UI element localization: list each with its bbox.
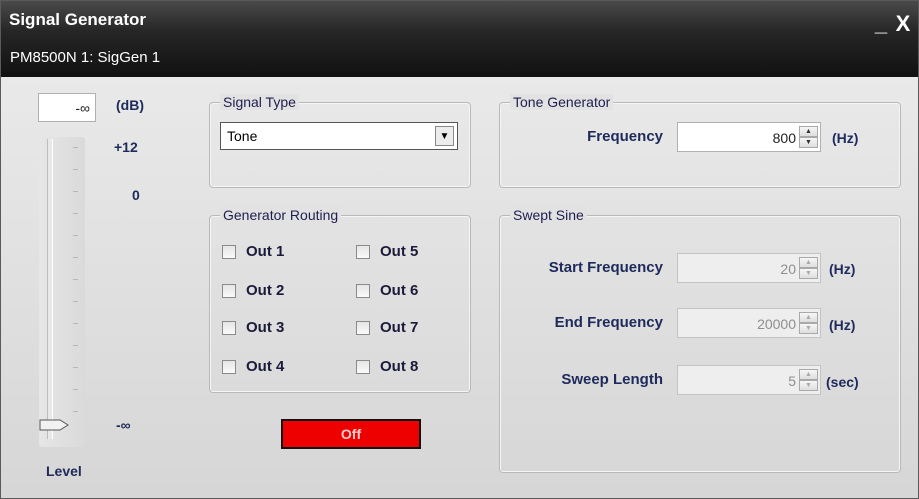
level-value-field[interactable]: -∞	[38, 93, 96, 122]
frequency-value[interactable]: 800	[773, 130, 796, 146]
window-title: Signal Generator	[9, 10, 146, 29]
scale-tick	[73, 191, 78, 192]
scale-tick	[73, 301, 78, 302]
level-unit: (dB)	[116, 97, 144, 113]
checkbox-box[interactable]	[356, 283, 370, 298]
out-2-label: Out 2	[246, 282, 285, 299]
level-fader-thumb[interactable]	[39, 419, 69, 431]
out-3-label: Out 3	[246, 319, 285, 336]
out-6-label: Out 6	[380, 282, 419, 299]
out-1-checkbox[interactable]: Out 1	[222, 243, 284, 260]
sweep-length-value[interactable]: 5	[788, 373, 796, 389]
scale-tick	[73, 345, 78, 346]
scale-label-zero: 0	[132, 187, 140, 203]
spin-up-icon[interactable]: ▲	[799, 312, 818, 323]
generator-routing-title: Generator Routing	[220, 207, 342, 223]
out-1-label: Out 1	[246, 243, 285, 260]
spin-down-icon[interactable]: ▼	[799, 137, 818, 148]
scale-tick	[73, 147, 78, 148]
frequency-spinbox[interactable]: 800 ▲ ▼	[677, 122, 821, 152]
scale-tick	[73, 323, 78, 324]
start-frequency-spinbox[interactable]: 20 ▲ ▼	[677, 253, 821, 283]
checkbox-box[interactable]	[356, 320, 370, 335]
scale-tick	[73, 169, 78, 170]
level-fader-slot	[47, 139, 53, 439]
start-frequency-value[interactable]: 20	[780, 261, 796, 277]
out-4-label: Out 4	[246, 358, 285, 375]
out-8-checkbox[interactable]: Out 8	[356, 358, 418, 375]
out-7-label: Out 7	[380, 319, 419, 336]
spin-down-icon[interactable]: ▼	[799, 323, 818, 334]
signal-type-title: Signal Type	[220, 94, 299, 110]
out-3-checkbox[interactable]: Out 3	[222, 319, 284, 336]
spin-up-icon[interactable]: ▲	[799, 369, 818, 380]
scale-tick	[73, 279, 78, 280]
scale-tick	[73, 213, 78, 214]
spin-up-icon[interactable]: ▲	[799, 257, 818, 268]
content-panel: -∞ (dB) +12 0 -∞ Level Signal Type Tone …	[1, 77, 918, 498]
scale-tick	[73, 389, 78, 390]
out-6-checkbox[interactable]: Out 6	[356, 282, 418, 299]
checkbox-box[interactable]	[356, 244, 370, 259]
scale-tick	[73, 367, 78, 368]
start-frequency-label: Start Frequency	[548, 259, 663, 276]
sweep-length-unit: (sec)	[826, 374, 859, 390]
scale-label-top: +12	[114, 139, 138, 155]
checkbox-box[interactable]	[222, 320, 236, 335]
scale-tick	[73, 411, 78, 412]
level-fader-track[interactable]	[39, 137, 85, 447]
start-frequency-unit: (Hz)	[829, 261, 856, 277]
checkbox-box[interactable]	[222, 359, 236, 374]
sweep-length-spinbox[interactable]: 5 ▲ ▼	[677, 365, 821, 395]
spin-down-icon[interactable]: ▼	[799, 268, 818, 279]
end-frequency-value[interactable]: 20000	[757, 316, 796, 332]
dropdown-arrow-icon[interactable]: ▼	[435, 126, 454, 146]
sweep-length-label: Sweep Length	[561, 371, 663, 388]
signal-type-selected: Tone	[227, 128, 258, 144]
close-button[interactable]: X	[891, 9, 915, 39]
minimize-button[interactable]: _	[869, 9, 893, 39]
checkbox-box[interactable]	[356, 359, 370, 374]
signal-generator-window: Signal Generator PM8500N 1: SigGen 1 _ X…	[0, 0, 919, 499]
out-7-checkbox[interactable]: Out 7	[356, 319, 418, 336]
out-4-checkbox[interactable]: Out 4	[222, 358, 284, 375]
title-bar[interactable]: Signal Generator PM8500N 1: SigGen 1 _ X	[1, 1, 918, 77]
out-8-label: Out 8	[380, 358, 419, 375]
end-frequency-unit: (Hz)	[829, 317, 856, 333]
frequency-unit: (Hz)	[832, 130, 859, 146]
tone-generator-title: Tone Generator	[510, 94, 614, 110]
frequency-label: Frequency	[587, 128, 663, 145]
out-5-label: Out 5	[380, 243, 419, 260]
level-label: Level	[46, 463, 82, 479]
end-frequency-spinbox[interactable]: 20000 ▲ ▼	[677, 308, 821, 338]
device-subtitle: PM8500N 1: SigGen 1	[10, 49, 161, 66]
scale-tick	[73, 235, 78, 236]
end-frequency-label: End Frequency	[554, 314, 663, 331]
scale-tick	[73, 257, 78, 258]
checkbox-box[interactable]	[222, 283, 236, 298]
spin-down-icon[interactable]: ▼	[799, 380, 818, 391]
signal-type-select[interactable]: Tone ▼	[220, 122, 458, 150]
output-toggle-button[interactable]: Off	[281, 419, 421, 449]
swept-sine-title: Swept Sine	[510, 207, 587, 223]
checkbox-box[interactable]	[222, 244, 236, 259]
spin-up-icon[interactable]: ▲	[799, 126, 818, 137]
scale-label-bottom: -∞	[116, 417, 131, 433]
out-2-checkbox[interactable]: Out 2	[222, 282, 284, 299]
out-5-checkbox[interactable]: Out 5	[356, 243, 418, 260]
